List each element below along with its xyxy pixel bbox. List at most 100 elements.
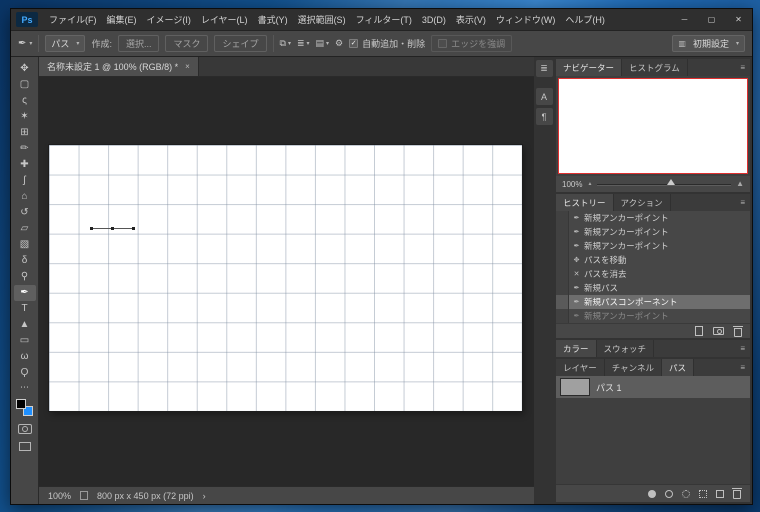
tab-actions[interactable]: アクション (614, 194, 671, 211)
menu-help[interactable]: ヘルプ(H) (560, 9, 610, 31)
menu-3d[interactable]: 3D(D) (417, 9, 451, 31)
zoom-in-icon[interactable]: ▲ (736, 180, 744, 188)
tool-brush[interactable]: ʃ (14, 173, 36, 189)
menu-window[interactable]: ウィンドウ(W) (491, 9, 561, 31)
zoom-out-icon[interactable]: ▲ (587, 182, 592, 187)
zoom-level-field[interactable]: 100% (48, 491, 71, 501)
path-operations-dropdown[interactable]: ⧉ ▾ (280, 38, 291, 49)
path-alignment-dropdown[interactable]: ≣ ▾ (297, 38, 310, 49)
menu-edit[interactable]: 編集(E) (102, 9, 142, 31)
tool-eyedropper[interactable]: ✏ (14, 141, 36, 157)
minimize-button[interactable]: ─ (671, 9, 698, 30)
delete-state-button[interactable] (734, 328, 742, 337)
menu-type[interactable]: 書式(Y) (253, 9, 293, 31)
history-step[interactable]: ✥ パスを移動 (556, 253, 750, 267)
document-tab[interactable]: 名称未設定 1 @ 100% (RGB/8) * × (39, 57, 199, 76)
menu-view[interactable]: 表示(V) (451, 9, 491, 31)
tool-lasso[interactable]: ς (14, 93, 36, 109)
properties-panel-icon[interactable]: ≣ (536, 60, 553, 77)
workspace-switcher[interactable]: ▥ 初期設定 ▾ (672, 35, 745, 52)
history-step[interactable]: ✒ 新規アンカーポイント (556, 239, 750, 253)
make-mask-button[interactable]: マスク (165, 35, 208, 52)
make-selection-button[interactable]: 選択... (118, 35, 160, 52)
tab-history[interactable]: ヒストリー (556, 194, 614, 211)
panel-menu-icon[interactable]: ≡ (735, 59, 750, 76)
tool-history-brush[interactable]: ↺ (14, 205, 36, 221)
history-step-current[interactable]: ✒ 新規パスコンポーネント (556, 295, 750, 309)
tab-channels[interactable]: チャンネル (605, 359, 662, 376)
tool-pen[interactable]: ✒ (14, 285, 36, 301)
history-source-checkbox[interactable] (556, 309, 569, 323)
tool-preset-dropdown[interactable]: ✒ ▾ (18, 38, 32, 49)
history-source-checkbox[interactable] (556, 239, 569, 253)
edit-toolbar-button[interactable]: ⋯ (20, 382, 29, 393)
paragraph-panel-icon[interactable]: ¶ (536, 108, 553, 125)
status-expander[interactable]: › (203, 491, 206, 501)
menu-layer[interactable]: レイヤー(L) (196, 9, 253, 31)
delete-path-button[interactable] (733, 490, 741, 499)
history-step[interactable]: ✒ 新規パス (556, 281, 750, 295)
tool-mode-select[interactable]: パス ▾ (45, 35, 85, 52)
geometry-options-button[interactable]: ⚙ (335, 38, 343, 49)
panel-menu-icon[interactable]: ≡ (735, 194, 750, 211)
tool-type[interactable]: T (14, 301, 36, 317)
anchor-point[interactable] (90, 227, 93, 230)
history-step[interactable]: ✒ 新規アンカーポイント (556, 225, 750, 239)
tool-dodge[interactable]: ⚲ (14, 269, 36, 285)
tool-move[interactable]: ✥ (14, 61, 36, 77)
panel-menu-icon[interactable]: ≡ (735, 340, 750, 357)
menu-filter[interactable]: フィルター(T) (351, 9, 417, 31)
new-snapshot-button[interactable] (713, 327, 724, 335)
anchor-point[interactable] (111, 227, 114, 230)
new-path-button[interactable] (716, 490, 724, 498)
tool-path-selection[interactable]: ▲ (14, 317, 36, 333)
tab-paths[interactable]: パス (662, 359, 694, 376)
fill-path-button[interactable] (648, 490, 656, 498)
tool-spot-healing[interactable]: ✚ (14, 157, 36, 173)
history-source-checkbox[interactable] (556, 211, 569, 225)
tool-blur[interactable]: δ (14, 253, 36, 269)
history-source-checkbox[interactable] (556, 253, 569, 267)
history-step-undone[interactable]: ✒ 新規アンカーポイント (556, 309, 750, 323)
screen-mode-button[interactable] (19, 442, 31, 451)
history-source-checkbox[interactable] (556, 295, 569, 309)
navigator-zoom-value[interactable]: 100% (562, 180, 582, 189)
zoom-slider-thumb[interactable] (667, 179, 675, 185)
load-path-as-selection-button[interactable] (682, 490, 690, 498)
stroke-path-button[interactable] (665, 490, 673, 498)
history-source-checkbox[interactable] (556, 225, 569, 239)
maximize-button[interactable]: ▢ (698, 9, 725, 30)
history-step[interactable]: ✕ パスを消去 (556, 267, 750, 281)
quick-mask-button[interactable] (18, 424, 32, 434)
tool-gradient[interactable]: ▧ (14, 237, 36, 253)
make-work-path-button[interactable] (699, 490, 707, 498)
make-shape-button[interactable]: シェイプ (214, 35, 266, 52)
character-panel-icon[interactable]: A (536, 88, 553, 105)
tool-shape[interactable]: ▭ (14, 333, 36, 349)
tool-rect-marquee[interactable]: ▢ (14, 77, 36, 93)
tool-quick-selection[interactable]: ✶ (14, 109, 36, 125)
path-item[interactable]: パス 1 (556, 376, 750, 398)
tool-clone-stamp[interactable]: ⌂ (14, 189, 36, 205)
menu-file[interactable]: ファイル(F) (44, 9, 102, 31)
menu-image[interactable]: イメージ(I) (142, 9, 196, 31)
navigator-proxy-view[interactable] (558, 78, 748, 174)
navigator-zoom-slider[interactable] (597, 184, 731, 185)
tool-crop[interactable]: ⊞ (14, 125, 36, 141)
anchor-point[interactable] (132, 227, 135, 230)
tool-zoom[interactable]: Ϙ (14, 365, 36, 381)
auto-add-delete-checkbox[interactable]: ✓ 自動追加・削除 (349, 37, 425, 50)
close-button[interactable]: ✕ (725, 9, 752, 30)
tab-navigator[interactable]: ナビゲーター (556, 59, 622, 76)
tab-histogram[interactable]: ヒストグラム (622, 59, 688, 76)
history-step[interactable]: ✒ 新規アンカーポイント (556, 211, 750, 225)
history-source-checkbox[interactable] (556, 267, 569, 281)
foreground-color-swatch[interactable] (16, 399, 26, 409)
canvas[interactable] (49, 145, 522, 411)
tab-swatches[interactable]: スウォッチ (597, 340, 655, 357)
menu-select[interactable]: 選択範囲(S) (293, 9, 351, 31)
canvas-pasteboard[interactable] (39, 77, 534, 486)
tab-layers[interactable]: レイヤー (556, 359, 605, 376)
path-arrange-dropdown[interactable]: ▤ ▾ (316, 38, 330, 49)
tab-close-icon[interactable]: × (185, 62, 190, 71)
